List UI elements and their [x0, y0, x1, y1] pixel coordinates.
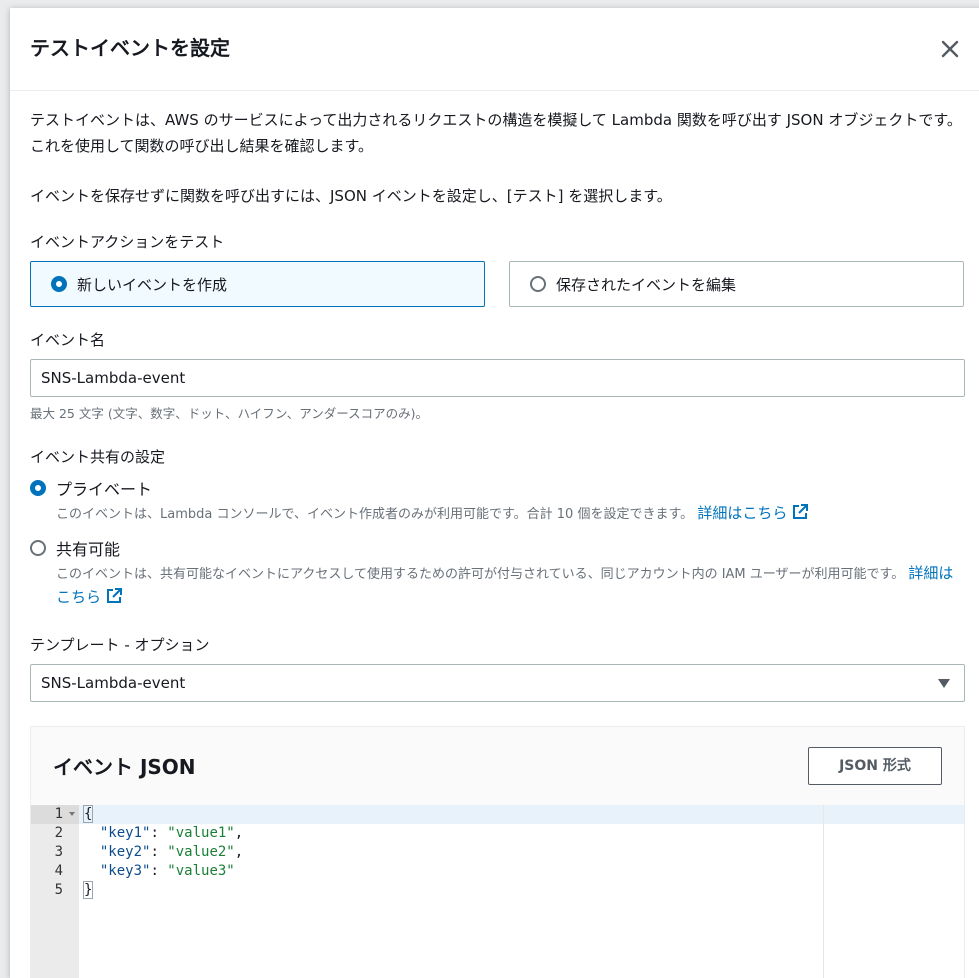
code-line: { — [79, 805, 964, 824]
configure-test-event-modal: テストイベントを設定 テストイベントは、AWS のサービスによって出力されるリク… — [10, 8, 979, 978]
line-number: 2 — [54, 825, 63, 841]
line-number: 5 — [54, 882, 63, 898]
sharing-option-shareable[interactable]: 共有可能 このイベントは、共有可能なイベントにアクセスして使用するための許可が付… — [30, 536, 965, 610]
template-label: テンプレート - オプション — [30, 636, 210, 654]
external-link-icon — [793, 504, 809, 519]
modal-title: テストイベントを設定 — [30, 36, 230, 60]
modal-body: テストイベントは、AWS のサービスによって出力されるリクエストの構造を模擬して… — [10, 107, 979, 978]
print-margin-line — [823, 805, 824, 978]
shareable-description: このイベントは、共有可能なイベントにアクセスして使用するための許可が付与されてい… — [56, 562, 966, 610]
sharing-option-private[interactable]: プライベート このイベントは、Lambda コンソールで、イベント作成者のみが利… — [30, 476, 965, 526]
private-desc-text: このイベントは、Lambda コンソールで、イベント作成者のみが利用可能です。合… — [56, 507, 694, 522]
radio-selected-icon — [30, 480, 46, 496]
event-action-label: イベントアクションをテスト — [30, 233, 225, 251]
caret-down-icon — [938, 679, 950, 688]
line-number: 1 — [31, 805, 79, 824]
private-description: このイベントは、Lambda コンソールで、イベント作成者のみが利用可能です。合… — [56, 502, 966, 526]
tile-label: 保存されたイベントを編集 — [556, 275, 737, 294]
code-line: } — [79, 881, 964, 900]
private-label: プライベート — [56, 480, 153, 499]
code-line: "key3": "value3" — [99, 863, 235, 879]
description-paragraph: テストイベントは、AWS のサービスによって出力されるリクエストの構造を模擬して… — [30, 111, 962, 155]
code-line: "key2": "value2", — [99, 844, 244, 860]
radio-unselected-icon — [30, 540, 46, 556]
tile-create-new-event[interactable]: 新しいイベントを作成 — [30, 261, 485, 307]
description-paragraph-2: イベントを保存せずに関数を呼び出すには、JSON イベントを設定し、[テスト] … — [30, 187, 672, 205]
external-link-icon — [107, 588, 123, 603]
event-json-panel: イベント JSON JSON 形式 1 2 3 4 5 { "key1": "v… — [30, 726, 965, 978]
open-brace: { — [83, 805, 94, 823]
shareable-label: 共有可能 — [56, 540, 121, 559]
line-number: 3 — [54, 844, 63, 860]
fold-arrow-icon[interactable] — [69, 812, 75, 816]
code-area[interactable]: { "key1": "value1", "key2": "value2", "k… — [79, 805, 964, 900]
learn-more-text: 詳細はこちら — [697, 504, 788, 522]
sharing-label: イベント共有の設定 — [30, 448, 166, 466]
event-name-hint: 最大 25 文字 (文字、数字、ドット、ハイフン、アンダースコアのみ)。 — [30, 406, 428, 421]
modal-header: テストイベントを設定 — [10, 8, 979, 91]
code-line: "key1": "value1", — [99, 825, 244, 841]
event-name-label: イベント名 — [30, 331, 106, 349]
format-json-button[interactable]: JSON 形式 — [808, 747, 942, 785]
tile-edit-saved-event[interactable]: 保存されたイベントを編集 — [509, 261, 964, 307]
event-action-tiles: 新しいイベントを作成 保存されたイベントを編集 — [30, 261, 965, 307]
json-code-editor[interactable]: 1 2 3 4 5 { "key1": "value1", "key2": "v… — [31, 805, 964, 978]
line-number-gutter: 1 2 3 4 5 — [31, 805, 79, 978]
line-number: 4 — [54, 863, 63, 879]
tile-label: 新しいイベントを作成 — [77, 275, 228, 294]
radio-selected-icon — [51, 276, 67, 292]
radio-unselected-icon — [530, 276, 546, 292]
close-icon[interactable] — [937, 36, 963, 62]
event-name-input[interactable]: SNS-Lambda-event — [30, 359, 965, 397]
learn-more-link[interactable]: 詳細はこちら — [697, 504, 809, 522]
close-brace: } — [83, 881, 94, 899]
template-select-value: SNS-Lambda-event — [41, 674, 186, 692]
event-json-title: イベント JSON — [53, 755, 196, 779]
shareable-desc-text: このイベントは、共有可能なイベントにアクセスして使用するための許可が付与されてい… — [56, 567, 905, 582]
template-select[interactable]: SNS-Lambda-event — [30, 664, 965, 702]
